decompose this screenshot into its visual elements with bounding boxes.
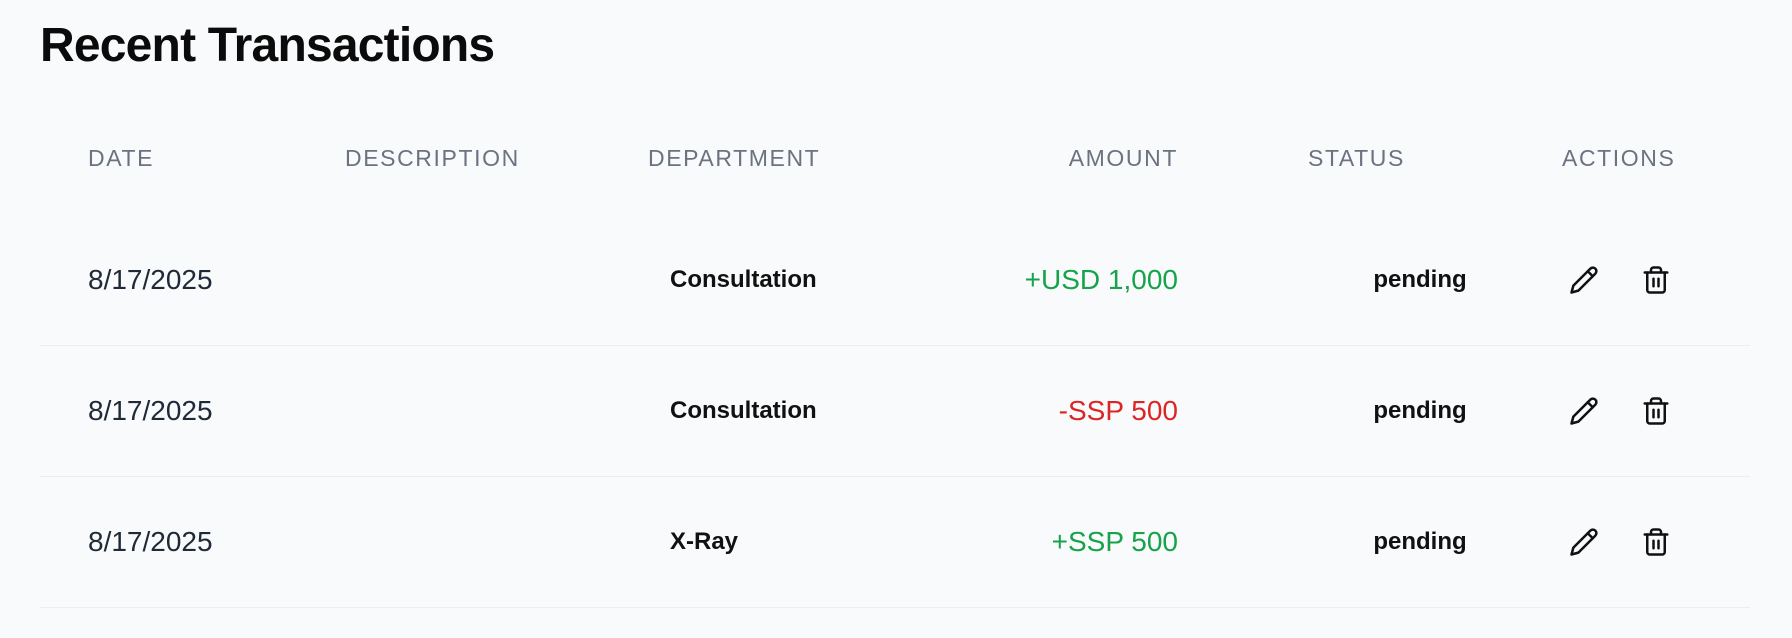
row-actions (1540, 215, 1700, 345)
row-date: 8/17/2025 (88, 395, 213, 426)
row-actions (1540, 477, 1700, 607)
header-actions: ACTIONS (1562, 145, 1676, 171)
header-status: STATUS (1308, 145, 1405, 171)
row-department: Consultation (670, 266, 817, 293)
edit-button[interactable] (1566, 524, 1602, 560)
header-description: DESCRIPTION (345, 145, 520, 171)
pencil-icon (1570, 266, 1598, 294)
row-department: Consultation (670, 397, 817, 424)
header-amount: AMOUNT (1068, 145, 1178, 171)
table-header: DATE DESCRIPTION DEPARTMENT AMOUNT STATU… (40, 105, 1750, 215)
delete-button[interactable] (1638, 393, 1674, 429)
pencil-icon (1570, 397, 1598, 425)
transactions-panel: Recent Transactions DATE DESCRIPTION DEP… (0, 0, 1792, 638)
row-amount: +SSP 500 (1051, 526, 1178, 557)
transactions-table: DATE DESCRIPTION DEPARTMENT AMOUNT STATU… (40, 105, 1750, 608)
edit-button[interactable] (1566, 393, 1602, 429)
row-amount: -SSP 500 (1058, 395, 1178, 426)
row-date: 8/17/2025 (88, 264, 213, 295)
delete-button[interactable] (1638, 524, 1674, 560)
table-row: 8/17/2025 X-Ray +SSP 500 pending (40, 477, 1750, 608)
row-date: 8/17/2025 (88, 526, 213, 557)
row-department: X-Ray (670, 528, 739, 555)
page-title: Recent Transactions (40, 19, 495, 72)
header-date: DATE (88, 145, 155, 171)
table-row: 8/17/2025 Consultation +USD 1,000 pendin… (40, 215, 1750, 346)
header-department: DEPARTMENT (648, 145, 821, 171)
table-row: 8/17/2025 Consultation -SSP 500 pending (40, 346, 1750, 477)
row-actions (1540, 346, 1700, 476)
row-status: pending (1373, 397, 1467, 424)
edit-button[interactable] (1566, 262, 1602, 298)
row-amount: +USD 1,000 (1024, 264, 1178, 295)
row-status: pending (1373, 528, 1467, 555)
row-status: pending (1373, 266, 1467, 293)
trash-icon (1643, 266, 1669, 294)
delete-button[interactable] (1638, 262, 1674, 298)
pencil-icon (1570, 528, 1598, 556)
trash-icon (1643, 397, 1669, 425)
trash-icon (1643, 528, 1669, 556)
